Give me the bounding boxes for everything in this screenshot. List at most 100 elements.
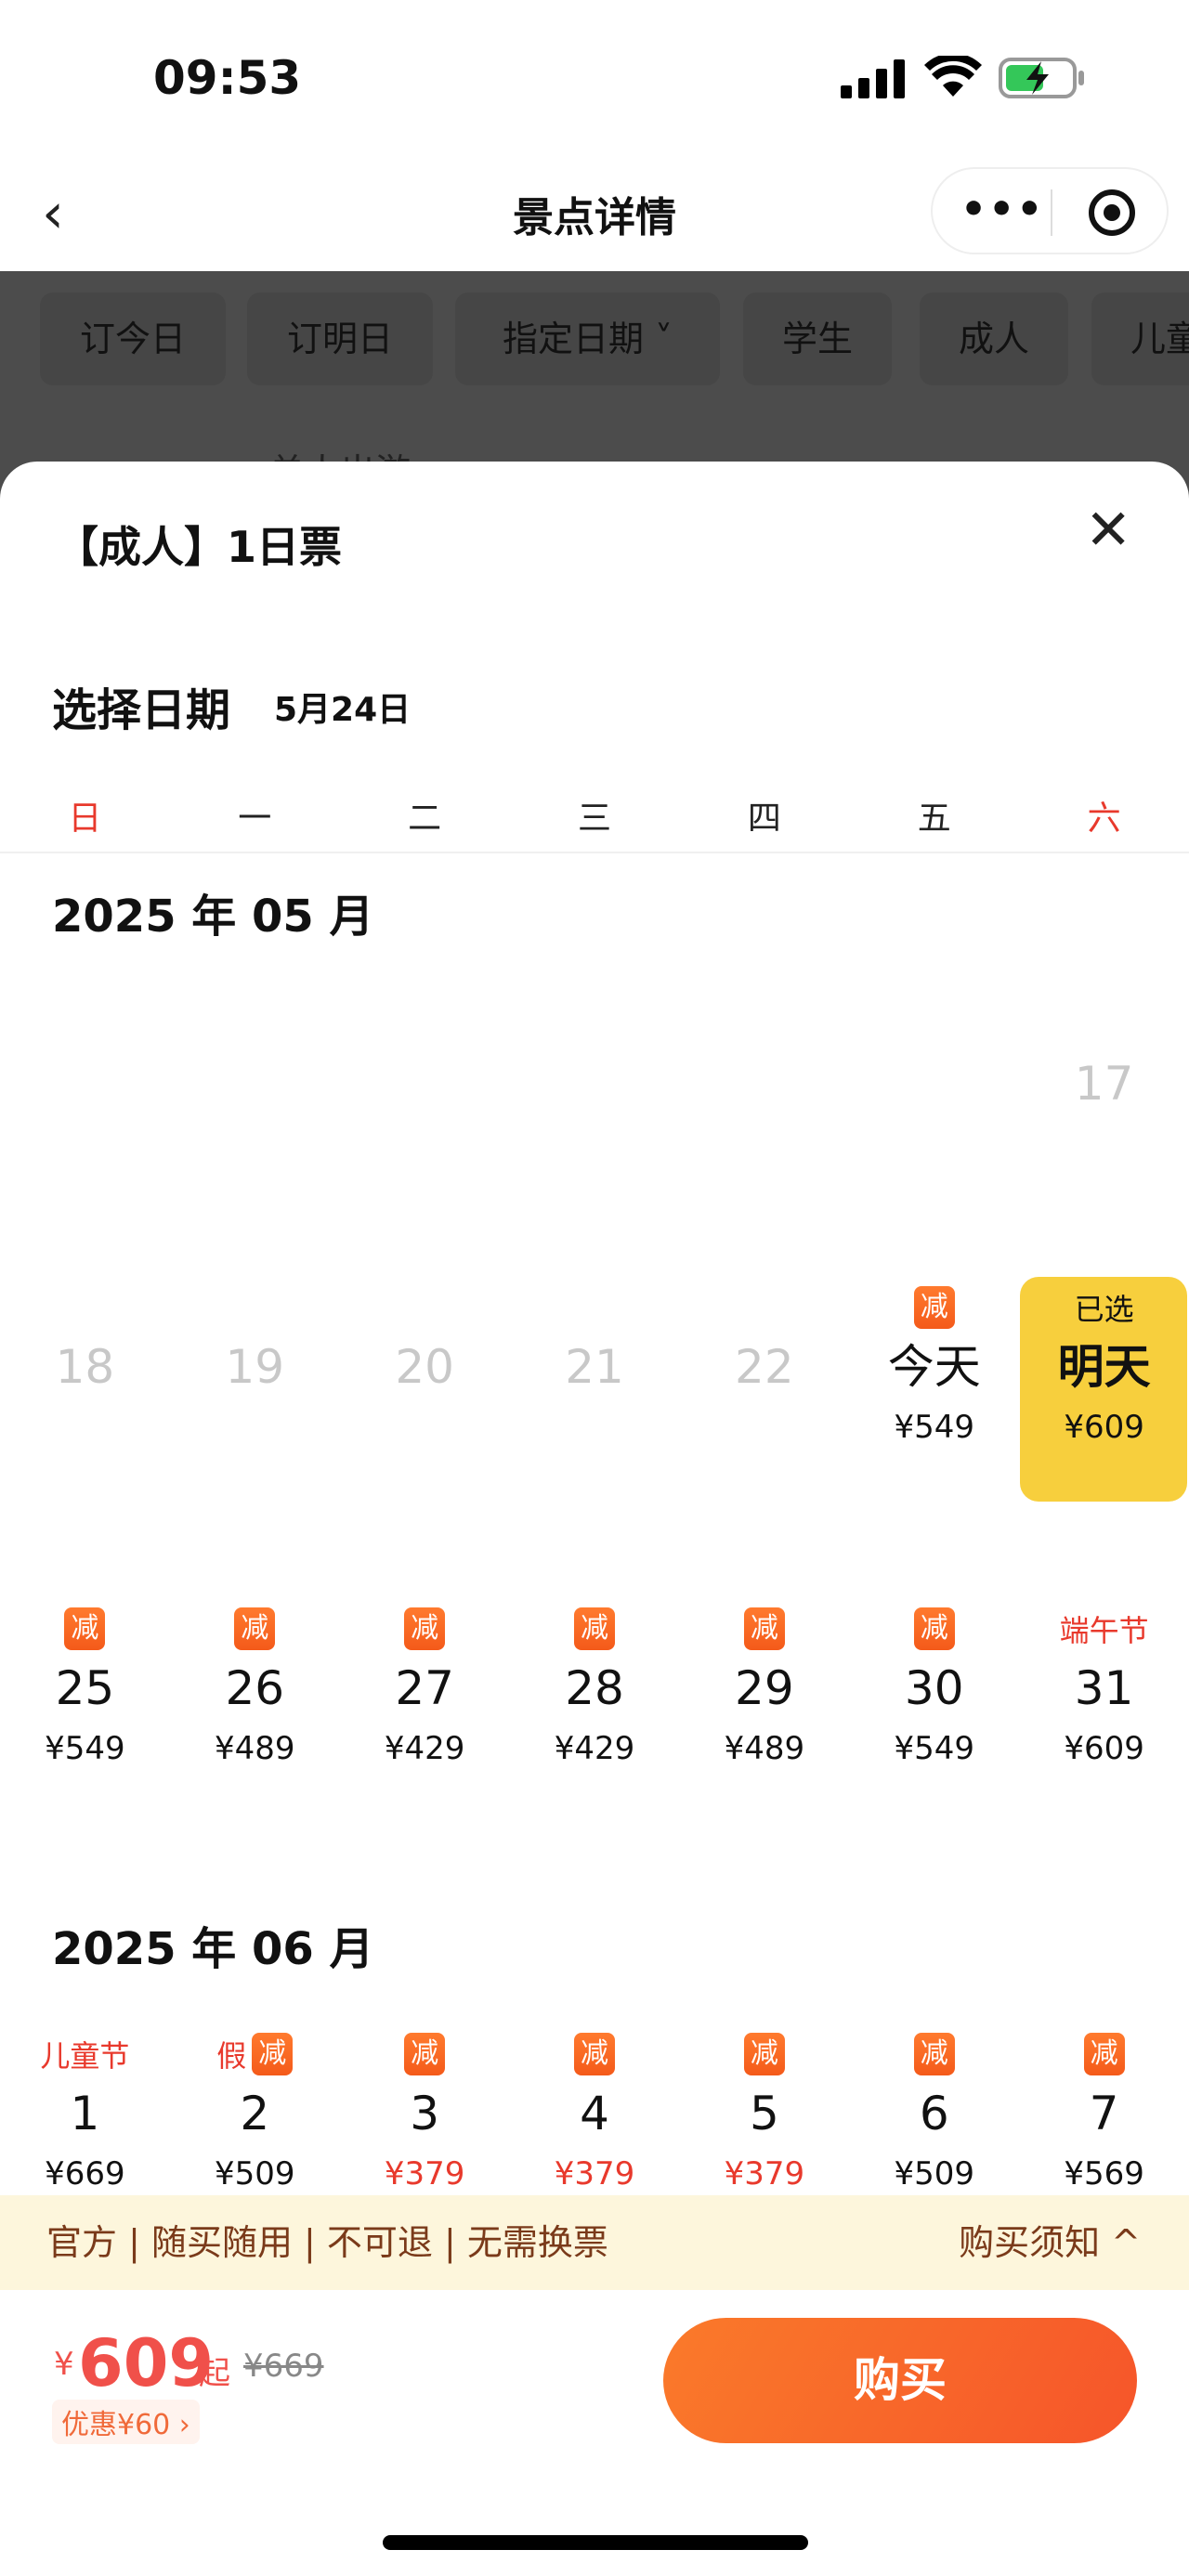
- day-number: 3: [410, 2087, 440, 2140]
- filter-book-today[interactable]: 订今日: [40, 293, 226, 385]
- discount-badge: 减: [574, 2033, 615, 2075]
- buy-button[interactable]: 购买: [663, 2318, 1137, 2443]
- day-number: 25: [55, 1661, 115, 1715]
- divider: [0, 852, 1189, 853]
- day-number: 4: [580, 2087, 609, 2140]
- day-tag-row: 已选: [1019, 1286, 1189, 1329]
- day-number: 1: [70, 2087, 100, 2140]
- day-price: ¥549: [894, 1730, 974, 1767]
- holiday-label: 假: [216, 2038, 247, 2074]
- day-number: 17: [1074, 1057, 1134, 1111]
- close-miniprogram-icon[interactable]: [1089, 189, 1135, 236]
- calendar-day[interactable]: 减今天 ¥549: [849, 1279, 1019, 1502]
- filter-student[interactable]: 学生: [743, 293, 892, 385]
- selected-label: 已选: [1074, 1292, 1134, 1327]
- day-number: 7: [1089, 2087, 1119, 2140]
- calendar-day[interactable]: 减 30 ¥549: [849, 1600, 1019, 1823]
- day-number: 2: [240, 2087, 270, 2140]
- wifi-icon: [924, 56, 982, 97]
- day-number: 今天: [887, 1340, 981, 1394]
- day-number: 26: [225, 1661, 285, 1715]
- bottom-bar: ¥ 609 起 ¥669 优惠¥60 › 购买: [0, 2290, 1189, 2576]
- weekday: 一: [238, 800, 272, 838]
- day-number: 29: [735, 1661, 794, 1715]
- day-tag-row: 减: [679, 2033, 849, 2075]
- weekday: 三: [578, 800, 612, 838]
- day-price: ¥549: [894, 1409, 974, 1446]
- day-price: ¥609: [1064, 1730, 1144, 1767]
- weekday: 日: [68, 800, 102, 838]
- notice-bar: 官方 | 随买随用 | 不可退 | 无需换票 购买须知 ^: [0, 2195, 1189, 2290]
- filter-child[interactable]: 儿童: [1091, 293, 1189, 385]
- day-number: 5: [749, 2087, 779, 2140]
- day-tag-row: 减: [340, 1607, 510, 1650]
- status-bar: 09:53: [0, 0, 1189, 158]
- day-number: 19: [225, 1340, 285, 1394]
- calendar-day: 17: [1019, 1019, 1189, 1242]
- day-price: ¥379: [384, 2155, 465, 2192]
- day-number: 27: [395, 1661, 454, 1715]
- calendar-day[interactable]: 减 27 ¥429: [340, 1600, 510, 1823]
- calendar-day[interactable]: 端午节 31 ¥609: [1019, 1600, 1189, 1823]
- close-icon[interactable]: ✕: [1085, 502, 1131, 558]
- discount-badge: 减: [913, 1286, 955, 1329]
- price-suffix: 起: [199, 2355, 230, 2392]
- filter-adult[interactable]: 成人: [920, 293, 1068, 385]
- weekday: 五: [917, 800, 951, 838]
- calendar-day[interactable]: 减 26 ¥489: [170, 1600, 340, 1823]
- day-tag-row: 减: [679, 1607, 849, 1650]
- month-label: 2025 年 06 月: [52, 1923, 374, 1975]
- discount-badge: 减: [913, 2033, 955, 2075]
- day-price: ¥569: [1064, 2155, 1144, 2192]
- filter-specific-date[interactable]: 指定日期 ˅: [455, 293, 720, 385]
- month-label: 2025 年 05 月: [52, 891, 374, 943]
- day-number: 30: [904, 1661, 964, 1715]
- day-tag-row: 儿童节: [0, 2033, 170, 2075]
- day-price: ¥509: [894, 2155, 974, 2192]
- weekday-header: 日 一 二 三 四 五 六: [0, 791, 1189, 839]
- calendar-day: 20: [340, 1279, 510, 1502]
- home-indicator: [383, 2535, 808, 2550]
- discount-badge: 减: [64, 1607, 106, 1650]
- day-tag-row: 减: [0, 1607, 170, 1650]
- day-tag-row: 端午节: [1019, 1607, 1189, 1650]
- discount-badge: 减: [743, 2033, 785, 2075]
- currency: ¥: [54, 2346, 74, 2383]
- price: 609: [78, 2325, 215, 2401]
- day-tag-row: 减: [510, 1607, 680, 1650]
- discount-badge: 减: [913, 1607, 955, 1650]
- weekday: 六: [1087, 800, 1121, 838]
- day-number: 20: [395, 1340, 454, 1394]
- purchase-notes-link[interactable]: 购买须知 ^: [959, 2195, 1141, 2290]
- calendar-day[interactable]: 减 25 ¥549: [0, 1600, 170, 1823]
- day-tag-row: 减: [170, 1607, 340, 1650]
- discount-badge: 减: [234, 1607, 276, 1650]
- day-price: ¥509: [215, 2155, 295, 2192]
- day-number: 18: [55, 1340, 115, 1394]
- select-date-label: 选择日期: [52, 684, 231, 736]
- day-price: ¥489: [724, 1730, 805, 1767]
- capsule-divider: [1051, 189, 1052, 236]
- miniprogram-capsule: •••: [931, 167, 1169, 254]
- battery-charging-icon: [999, 58, 1084, 98]
- discount-link[interactable]: 优惠¥60 ›: [52, 2400, 200, 2444]
- day-tag-row: 假减: [170, 2033, 340, 2075]
- selected-date: 5月24日: [274, 691, 412, 729]
- day-number: 28: [565, 1661, 624, 1715]
- day-price: ¥489: [215, 1730, 295, 1767]
- calendar-day[interactable]: 减 29 ¥489: [679, 1600, 849, 1823]
- weekday: 四: [747, 800, 781, 838]
- calendar-day[interactable]: 减 28 ¥429: [510, 1600, 680, 1823]
- discount-badge: 减: [252, 2033, 294, 2075]
- day-tag-row: 减: [340, 2033, 510, 2075]
- filter-book-tomorrow[interactable]: 订明日: [247, 293, 433, 385]
- discount-badge: 减: [404, 1607, 446, 1650]
- calendar-day: 21: [510, 1279, 680, 1502]
- more-button[interactable]: •••: [960, 186, 1044, 233]
- discount-badge: 减: [743, 1607, 785, 1650]
- calendar-day[interactable]: 已选 明天 ¥609: [1019, 1279, 1189, 1502]
- day-price: ¥429: [554, 1730, 635, 1767]
- status-time: 09:53: [153, 51, 302, 105]
- day-number: 22: [735, 1340, 794, 1394]
- ticket-title: 【成人】1日票: [56, 522, 343, 572]
